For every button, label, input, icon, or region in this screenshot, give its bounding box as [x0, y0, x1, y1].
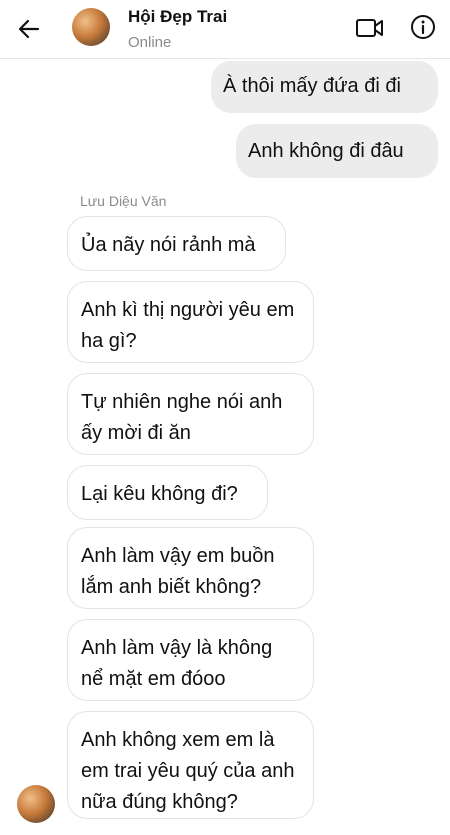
video-camera-icon [356, 19, 383, 37]
incoming-message[interactable]: Anh kì thị người yêu em ha gì? [67, 281, 314, 363]
message-text: Tự nhiên nghe nói anh ấy mời đi ăn [81, 391, 283, 444]
incoming-message[interactable]: Lại kêu không đi? [67, 465, 268, 520]
message-text: Anh kì thị người yêu em ha gì? [81, 299, 295, 352]
incoming-message[interactable]: Anh không xem em là em trai yêu quý của … [67, 711, 314, 819]
message-text: Anh không xem em là em trai yêu quý của … [81, 729, 295, 813]
info-button[interactable] [408, 12, 438, 42]
message-text: À thôi mấy đứa đi đi [223, 75, 401, 97]
sender-name: Lưu Diệu Văn [80, 193, 167, 209]
chat-header: Hội Đẹp Trai Online [0, 0, 450, 59]
incoming-message[interactable]: Tự nhiên nghe nói anh ấy mời đi ăn [67, 373, 314, 455]
incoming-message[interactable]: Anh làm vậy là không nể mặt em đóoo [67, 619, 314, 701]
arrow-left-icon [18, 19, 40, 39]
info-icon [411, 15, 435, 39]
message-text: Anh không đi đâu [248, 140, 404, 162]
outgoing-message[interactable]: À thôi mấy đứa đi đi [211, 61, 438, 113]
incoming-message[interactable]: Anh làm vậy em buồn lắm anh biết không? [67, 527, 314, 609]
online-status: Online [128, 34, 172, 51]
incoming-message[interactable]: Ủa nãy nói rảnh mà [67, 216, 286, 271]
outgoing-message[interactable]: Anh không đi đâu [236, 124, 438, 178]
message-text: Anh làm vậy là không nể mặt em đóoo [81, 637, 273, 690]
message-text: Lại kêu không đi? [81, 483, 238, 505]
sender-avatar[interactable] [17, 785, 55, 823]
message-text: Ủa nãy nói rảnh mà [81, 234, 256, 256]
group-avatar[interactable] [72, 8, 110, 46]
back-button[interactable] [14, 14, 44, 44]
chat-title: Hội Đẹp Trai [128, 7, 228, 26]
message-text: Anh làm vậy em buồn lắm anh biết không? [81, 545, 275, 598]
video-call-button[interactable] [354, 13, 386, 43]
